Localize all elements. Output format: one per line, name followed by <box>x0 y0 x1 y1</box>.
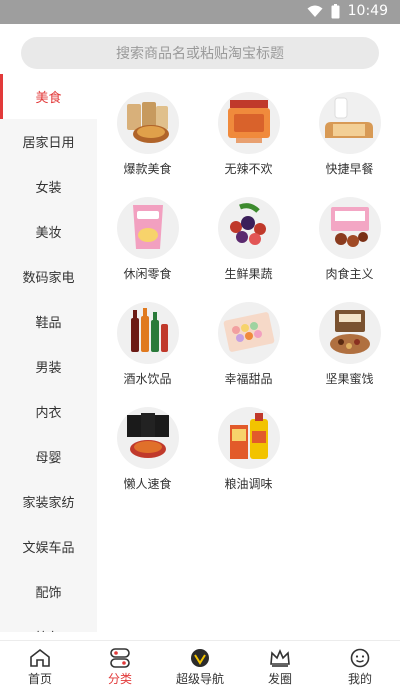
sidebar-item-beauty[interactable]: 美妆 <box>0 209 97 254</box>
sidebar-item-bags[interactable]: 箱包 <box>0 614 97 632</box>
subcategory-label: 休闲零食 <box>123 267 172 281</box>
subcategory-label: 粮油调味 <box>224 477 273 491</box>
oil-rice-icon <box>217 407 280 469</box>
subcategory-item[interactable]: 休闲零食 <box>97 179 198 284</box>
sidebar-item-shoes[interactable]: 鞋品 <box>0 299 97 344</box>
battery-icon <box>331 3 340 19</box>
search-bar: 搜索商品名或粘贴淘宝标题 <box>0 24 400 74</box>
tab-label: 分类 <box>107 672 132 686</box>
profile-icon <box>349 648 371 670</box>
subcategory-item[interactable]: 幸福甜品 <box>198 284 299 389</box>
subcategory-label: 酒水饮品 <box>123 372 172 386</box>
subcategory-item[interactable]: 坚果蜜饯 <box>299 284 400 389</box>
macaron-box-icon <box>217 302 280 364</box>
sidebar-item-entertainment-car[interactable]: 文娱车品 <box>0 524 97 569</box>
bread-milk-icon <box>318 92 381 154</box>
berries-icon <box>217 197 280 259</box>
tab-super-nav[interactable]: 超级导航 <box>160 641 240 690</box>
sidebar-item-mens-wear[interactable]: 男装 <box>0 344 97 389</box>
category-sidebar: 美食 居家日用 女装 美妆 数码家电 鞋品 男装 内衣 母婴 家装家纺 文娱车品… <box>0 74 97 632</box>
subcategory-label: 快捷早餐 <box>325 162 374 176</box>
snack-bags-icon <box>116 92 179 154</box>
subcategory-item[interactable]: 肉食主义 <box>299 179 400 284</box>
subcategory-label: 爆款美食 <box>123 162 172 176</box>
sidebar-item-underwear[interactable]: 内衣 <box>0 389 97 434</box>
status-bar: 10:49 <box>0 0 400 24</box>
subcategory-label: 肉食主义 <box>325 267 374 281</box>
tab-moments[interactable]: 发圈 <box>240 641 320 690</box>
tab-label: 发圈 <box>267 672 292 686</box>
super-nav-icon <box>189 648 211 670</box>
tab-profile[interactable]: 我的 <box>320 641 400 690</box>
tab-category[interactable]: 分类 <box>80 641 160 690</box>
wifi-icon <box>307 5 323 18</box>
subcategory-item[interactable]: 快捷早餐 <box>299 74 400 179</box>
sidebar-item-food[interactable]: 美食 <box>0 74 97 119</box>
subcategory-label: 幸福甜品 <box>224 372 273 386</box>
search-input[interactable]: 搜索商品名或粘贴淘宝标题 <box>21 37 379 69</box>
subcategory-item[interactable]: 懒人速食 <box>97 389 198 494</box>
sidebar-item-home-textiles[interactable]: 家装家纺 <box>0 479 97 524</box>
subcategory-label: 懒人速食 <box>123 477 172 491</box>
subcategory-grid: 爆款美食 无辣不欢 快捷早餐 休闲零食 生鲜果蔬 肉食主义 酒水饮品 幸福甜品 … <box>97 74 400 632</box>
tab-label: 超级导航 <box>175 672 224 686</box>
subcategory-item[interactable]: 生鲜果蔬 <box>198 179 299 284</box>
subcategory-label: 生鲜果蔬 <box>224 267 273 281</box>
tab-label: 首页 <box>27 672 52 686</box>
subcategory-item[interactable]: 爆款美食 <box>97 74 198 179</box>
tab-home[interactable]: 首页 <box>0 641 80 690</box>
subcategory-item[interactable]: 酒水饮品 <box>97 284 198 389</box>
subcategory-label: 无辣不欢 <box>224 162 273 176</box>
subcategory-item[interactable]: 粮油调味 <box>198 389 299 494</box>
sidebar-item-baby[interactable]: 母婴 <box>0 434 97 479</box>
spicy-jerky-icon <box>217 92 280 154</box>
status-time: 10:49 <box>347 3 388 19</box>
bottles-icon <box>116 302 179 364</box>
instant-noodles-icon <box>116 407 179 469</box>
sidebar-item-household[interactable]: 居家日用 <box>0 119 97 164</box>
meat-box-icon <box>318 197 381 259</box>
category-icon <box>109 648 131 670</box>
sidebar-item-digital[interactable]: 数码家电 <box>0 254 97 299</box>
tab-label: 我的 <box>347 672 372 686</box>
chips-bag-icon <box>116 197 179 259</box>
crown-icon <box>269 648 291 670</box>
nuts-box-icon <box>318 302 381 364</box>
sidebar-item-womens-wear[interactable]: 女装 <box>0 164 97 209</box>
sidebar-item-accessories[interactable]: 配饰 <box>0 569 97 614</box>
bottom-tab-bar: 首页 分类 超级导航 发圈 我的 <box>0 640 400 690</box>
subcategory-label: 坚果蜜饯 <box>325 372 374 386</box>
subcategory-item[interactable]: 无辣不欢 <box>198 74 299 179</box>
home-icon <box>29 648 51 670</box>
